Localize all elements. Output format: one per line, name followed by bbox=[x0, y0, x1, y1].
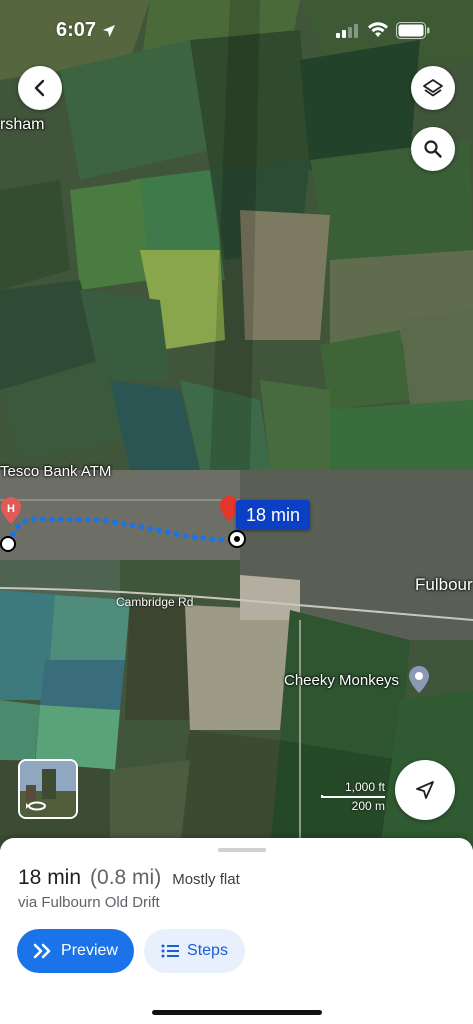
map-scale: 1,000 ft 200 m bbox=[321, 780, 385, 814]
route-duration: 18 min bbox=[18, 866, 82, 889]
route-bottom-sheet[interactable]: 18 min (0.8 mi) Mostly flat via Fulbourn… bbox=[0, 838, 473, 1024]
route-start-marker bbox=[0, 536, 16, 552]
route-terrain: Mostly flat bbox=[172, 871, 240, 888]
town-label-fulbourn: Fulbour bbox=[415, 575, 473, 594]
street-view-thumbnail[interactable] bbox=[18, 759, 78, 819]
status-time: 6:07 bbox=[56, 19, 97, 41]
road-label: Cambridge Rd bbox=[116, 595, 194, 609]
layers-button[interactable] bbox=[411, 66, 455, 110]
poi-label-cheeky-monkeys[interactable]: Cheeky Monkeys bbox=[284, 672, 399, 689]
preview-label: Preview bbox=[61, 942, 118, 959]
sheet-grabber[interactable] bbox=[218, 848, 266, 852]
location-arrow-icon bbox=[103, 25, 115, 37]
satellite-map[interactable]: H rsham Tesco Bank ATM Fulbour Cambridge… bbox=[0, 0, 473, 850]
steps-button[interactable]: Steps bbox=[144, 929, 245, 973]
layers-icon bbox=[423, 79, 443, 97]
cellular-signal-icon bbox=[336, 24, 358, 38]
wifi-icon bbox=[368, 22, 388, 37]
route-via: via Fulbourn Old Drift bbox=[18, 894, 160, 911]
status-bar: 6:07 bbox=[0, 0, 473, 62]
poi-label-tesco[interactable]: Tesco Bank ATM bbox=[0, 463, 111, 480]
route-destination-marker bbox=[228, 530, 246, 548]
satellite-imagery bbox=[0, 0, 473, 850]
scale-bar bbox=[321, 795, 385, 798]
scale-metric: 200 m bbox=[351, 799, 385, 813]
route-summary: 18 min (0.8 mi) Mostly flat bbox=[18, 866, 240, 890]
svg-text:H: H bbox=[7, 503, 15, 515]
navigation-arrow-icon bbox=[416, 781, 434, 799]
recenter-button[interactable] bbox=[395, 760, 455, 820]
double-chevron-icon bbox=[33, 943, 51, 959]
search-icon bbox=[424, 140, 442, 158]
scale-imperial: 1,000 ft bbox=[344, 780, 385, 794]
steps-label: Steps bbox=[187, 942, 228, 959]
preview-button[interactable]: Preview bbox=[17, 929, 134, 973]
poi-pin-icon[interactable] bbox=[408, 664, 430, 694]
route-distance: (0.8 mi) bbox=[90, 866, 162, 889]
list-icon bbox=[161, 944, 180, 958]
home-indicator[interactable] bbox=[152, 1010, 322, 1015]
battery-icon bbox=[396, 22, 430, 39]
back-button[interactable] bbox=[18, 66, 62, 110]
travel-time-badge: 18 min bbox=[236, 500, 311, 530]
town-label: rsham bbox=[0, 116, 45, 133]
search-button[interactable] bbox=[411, 127, 455, 171]
back-arrow-icon bbox=[34, 79, 45, 97]
hospital-pin-icon[interactable]: H bbox=[0, 495, 22, 525]
